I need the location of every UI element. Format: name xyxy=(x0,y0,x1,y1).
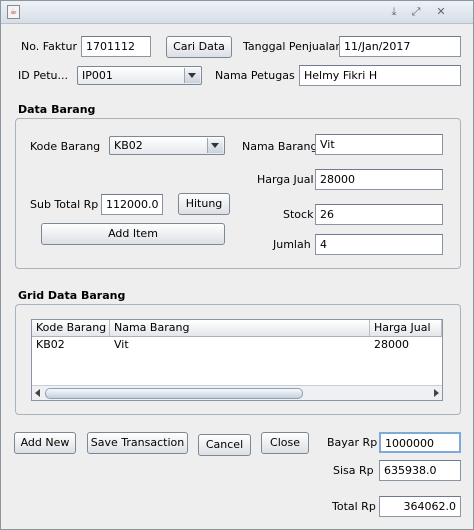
save-transaction-button[interactable]: Save Transaction xyxy=(87,432,188,454)
horizontal-scrollbar[interactable] xyxy=(32,385,442,400)
nama-barang-label: Nama Barang xyxy=(242,140,318,153)
id-petugas-label: ID Petu... xyxy=(18,69,68,82)
grid-data-barang-title: Grid Data Barang xyxy=(18,289,126,302)
scroll-thumb[interactable] xyxy=(45,388,303,399)
no-faktur-label: No. Faktur xyxy=(21,40,77,53)
tanggal-penjualan-label: Tanggal Penjualan xyxy=(243,40,343,53)
harga-jual-field[interactable]: 28000 xyxy=(315,169,443,190)
java-icon: ☕ xyxy=(7,5,20,19)
stock-label: Stock xyxy=(283,208,314,221)
items-table[interactable]: Kode Barang Nama Barang Harga Jual KB02 … xyxy=(31,319,443,401)
sisa-field[interactable]: 635938.0 xyxy=(379,460,461,481)
close-icon[interactable]: ✕ xyxy=(433,4,449,20)
jumlah-label: Jumlah xyxy=(273,238,311,251)
cari-data-button[interactable]: Cari Data xyxy=(166,36,232,58)
data-barang-title: Data Barang xyxy=(18,103,96,116)
maximize-icon[interactable]: ⤢ xyxy=(408,4,424,20)
title-bar: ☕ ⤓ ⤢ ✕ xyxy=(1,1,473,24)
kode-barang-value: KB02 xyxy=(114,139,143,152)
minimize-icon[interactable]: ⤓ xyxy=(386,4,402,20)
chevron-down-icon[interactable] xyxy=(184,68,200,83)
table-cell-nama-barang: Vit xyxy=(114,338,129,351)
bayar-field[interactable]: 1000000 xyxy=(379,432,461,453)
scroll-right-icon[interactable] xyxy=(434,389,439,397)
harga-jual-label: Harga Jual xyxy=(257,173,314,186)
tanggal-penjualan-field[interactable]: 11/Jan/2017 xyxy=(339,36,461,57)
add-item-button[interactable]: Add Item xyxy=(41,223,225,245)
hitung-button[interactable]: Hitung xyxy=(178,193,230,215)
kode-barang-combo[interactable]: KB02 xyxy=(109,136,225,155)
table-cell-kode-barang: KB02 xyxy=(36,338,65,351)
id-petugas-value: IP001 xyxy=(82,69,113,82)
no-faktur-field[interactable]: 1701112 xyxy=(81,36,151,57)
scroll-left-icon[interactable] xyxy=(35,389,40,397)
column-header-nama-barang[interactable]: Nama Barang xyxy=(110,320,370,337)
cancel-button[interactable]: Cancel xyxy=(198,434,251,456)
add-new-button[interactable]: Add New xyxy=(14,432,76,454)
nama-petugas-field[interactable]: Helmy Fikri H xyxy=(299,65,461,86)
chevron-down-icon[interactable] xyxy=(207,138,223,153)
total-field[interactable]: 364062.0 xyxy=(379,496,461,517)
nama-petugas-label: Nama Petugas xyxy=(215,69,295,82)
column-header-harga-jual[interactable]: Harga Jual xyxy=(370,320,442,337)
stock-field[interactable]: 26 xyxy=(315,204,443,225)
kode-barang-label: Kode Barang xyxy=(30,140,101,153)
id-petugas-combo[interactable]: IP001 xyxy=(77,66,202,85)
jumlah-field[interactable]: 4 xyxy=(315,234,443,255)
sub-total-field[interactable]: 112000.0 xyxy=(101,194,163,215)
table-cell-harga-jual: 28000 xyxy=(374,338,409,351)
sub-total-label: Sub Total Rp xyxy=(30,198,99,211)
bayar-label: Bayar Rp xyxy=(327,436,378,449)
close-button[interactable]: Close xyxy=(261,432,309,454)
sisa-label: Sisa Rp xyxy=(333,464,374,477)
app-window: ☕ ⤓ ⤢ ✕ No. Faktur 1701112 Cari Data Tan… xyxy=(0,0,474,530)
column-header-kode-barang[interactable]: Kode Barang xyxy=(32,320,110,337)
nama-barang-field[interactable]: Vit xyxy=(315,134,443,155)
total-label: Total Rp xyxy=(332,500,376,513)
table-row[interactable]: KB02 Vit 28000 xyxy=(32,337,442,353)
